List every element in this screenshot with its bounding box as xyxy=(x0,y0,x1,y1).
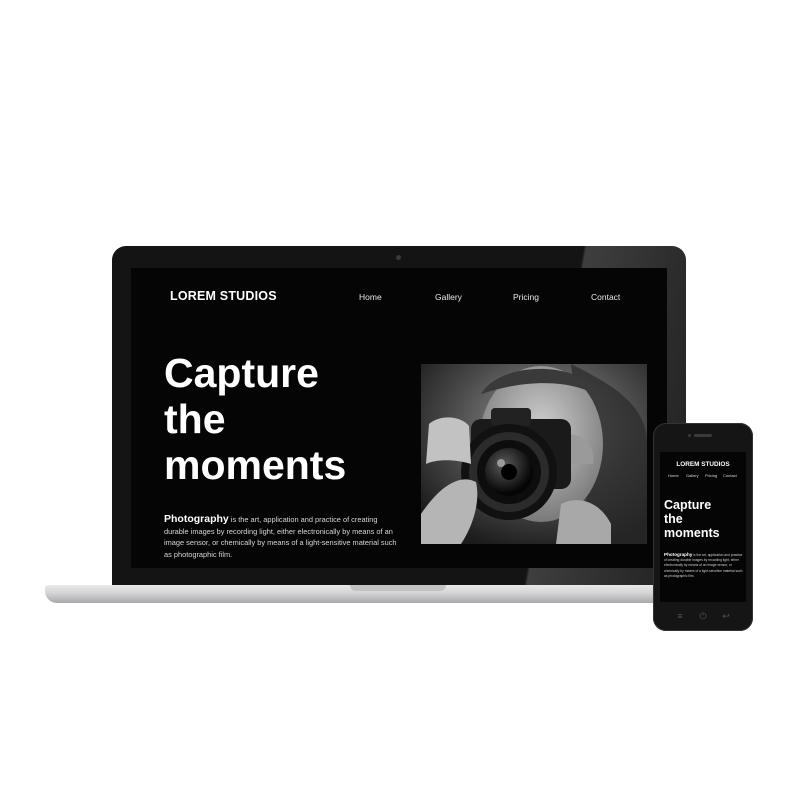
mobile-hero-description: Photography is the art, application and … xyxy=(664,552,744,579)
webcam xyxy=(396,255,401,260)
power-icon[interactable]: ⏻ xyxy=(697,610,709,622)
mobile-headline-line: moments xyxy=(664,526,720,540)
menu-icon[interactable]: ≡ xyxy=(674,610,686,622)
laptop-screen: LOREM STUDIOS Home Gallery Pricing Conta… xyxy=(131,268,667,568)
laptop-base xyxy=(45,585,753,603)
mobile-hero-headline: Capture the moments xyxy=(664,498,744,540)
phone-speaker xyxy=(694,434,712,437)
phone-screen: LOREM STUDIOS Home Gallery Pricing Conta… xyxy=(660,452,746,602)
hero-headline: Capture the moments xyxy=(164,350,414,488)
nav-pricing[interactable]: Pricing xyxy=(513,292,539,302)
mobile-headline-line: Capture xyxy=(664,498,712,512)
mobile-site-logo[interactable]: LOREM STUDIOS xyxy=(660,461,746,468)
mobile-nav-contact[interactable]: Contact xyxy=(723,473,737,478)
mobile-headline-line: the xyxy=(664,512,683,526)
headline-line: the xyxy=(164,396,226,442)
hero-description: Photography is the art, application and … xyxy=(164,513,400,560)
nav-contact[interactable]: Contact xyxy=(591,292,620,302)
headline-line: moments xyxy=(164,442,347,488)
phone-camera xyxy=(688,434,691,437)
laptop-opening-notch xyxy=(350,585,446,591)
mobile-nav-home[interactable]: Home xyxy=(668,473,679,478)
mobile-nav-pricing[interactable]: Pricing xyxy=(705,473,717,478)
mobile-nav-gallery[interactable]: Gallery xyxy=(686,473,699,478)
headline-line: Capture xyxy=(164,350,319,396)
description-lead: Photography xyxy=(164,513,229,525)
nav-home[interactable]: Home xyxy=(359,292,382,302)
hero-photo xyxy=(421,364,647,544)
site-logo[interactable]: LOREM STUDIOS xyxy=(170,289,277,303)
mobile-description-lead: Photography xyxy=(664,552,693,557)
back-icon[interactable]: ↩ xyxy=(720,610,732,622)
nav-gallery[interactable]: Gallery xyxy=(435,292,462,302)
